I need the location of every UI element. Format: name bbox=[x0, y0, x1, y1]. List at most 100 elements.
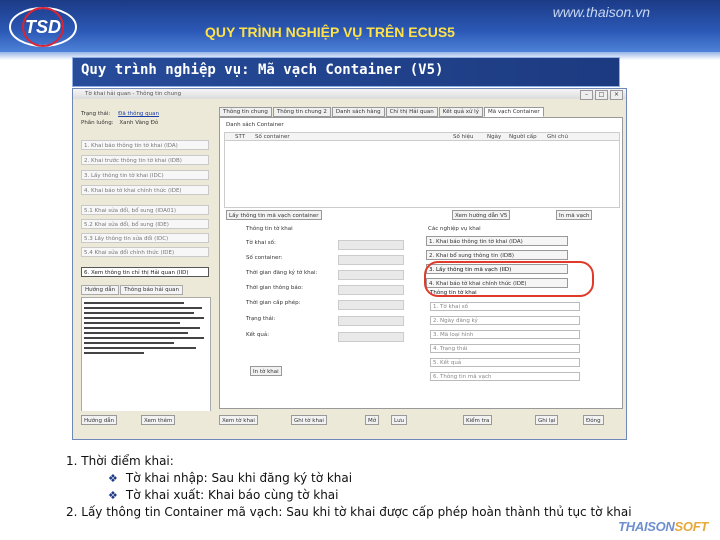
tab-general[interactable]: Thông tin chung bbox=[219, 107, 272, 117]
more-button[interactable]: Xem thêm bbox=[141, 415, 176, 425]
scan-barcode-button[interactable]: Lấy thông tin mã vạch container bbox=[226, 210, 322, 220]
highlight-ring bbox=[424, 261, 594, 297]
diamond-bullet-icon: ❖ bbox=[108, 489, 118, 502]
note-container: 2. Lấy thông tin Container mã vạch: Sau … bbox=[66, 505, 632, 519]
resave-button[interactable]: Ghi lại bbox=[535, 415, 559, 425]
lane-label: Phân luồng: bbox=[81, 120, 114, 126]
step-iid[interactable]: 6. Xem thông tin chỉ thị Hải quan (IID) bbox=[81, 267, 209, 277]
help-text-line bbox=[84, 347, 196, 349]
close-icon[interactable]: × bbox=[610, 90, 623, 100]
help-text-line bbox=[84, 312, 194, 314]
note-heading: 1. Thời điểm khai: bbox=[66, 454, 174, 468]
field-value bbox=[338, 332, 404, 342]
help-text-line bbox=[84, 352, 144, 354]
left-subtabs: Hướng dẫn Thông báo hải quan bbox=[81, 285, 183, 295]
field-label: Thời gian cấp phép: bbox=[246, 300, 301, 306]
field-value bbox=[338, 285, 404, 295]
help-text-line bbox=[84, 302, 184, 304]
tab-general-2[interactable]: Thông tin chung 2 bbox=[272, 107, 331, 117]
field-label: Thời gian thông báo: bbox=[246, 285, 303, 291]
field-label: Kết quả: bbox=[246, 332, 270, 338]
step-amend-2[interactable]: 5.2 Khai sửa đổi, bổ sung (IDE) bbox=[81, 219, 209, 229]
field-value bbox=[338, 316, 404, 326]
field-label: Thời gian đăng ký tờ khai: bbox=[246, 270, 318, 276]
help-text-line bbox=[84, 342, 174, 344]
status-label: Trạng thái: bbox=[81, 111, 111, 117]
help-text-box bbox=[81, 297, 211, 423]
bottom-toolbar: Xem tờ khai Ghi tờ khai Mở Lưu Kiểm tra … bbox=[73, 411, 626, 439]
view-guide-button[interactable]: Xem hướng dẫn V5 bbox=[452, 210, 511, 220]
help-text-line bbox=[84, 332, 188, 334]
tsd-logo: TSD bbox=[9, 7, 77, 47]
status-line: Trạng thái: Đã thông quan bbox=[81, 111, 159, 117]
lane-options[interactable]: Xanh Vàng Đỏ bbox=[119, 120, 158, 126]
action-idb[interactable]: 2. Khai bổ sung thông tin (IDB) bbox=[426, 250, 568, 260]
field-value bbox=[338, 240, 404, 250]
help-text-line bbox=[84, 322, 180, 324]
maximize-icon[interactable]: □ bbox=[595, 90, 608, 100]
save-button[interactable]: Lưu bbox=[391, 415, 408, 425]
main-pane: Thông tin chung Thông tin chung 2 Danh s… bbox=[219, 107, 623, 409]
field-value bbox=[338, 300, 404, 310]
step-amend-1[interactable]: 5.1 Khai sửa đổi, bổ sung (IDA01) bbox=[81, 205, 209, 215]
help-text-line bbox=[84, 307, 202, 309]
slide-title: QUY TRÌNH NGHIỆP VỤ TRÊN ECUS5 bbox=[205, 24, 455, 40]
status-link[interactable]: Đã thông quan bbox=[118, 111, 159, 117]
window-titlebar: Tờ khai hải quan - Thông tin chung – □ × bbox=[73, 89, 626, 100]
minimize-icon[interactable]: – bbox=[580, 90, 593, 100]
step-ide[interactable]: 4. Khai báo tờ khai chính thức (IDE) bbox=[81, 185, 209, 195]
actions-title: Các nghiệp vụ khai bbox=[428, 226, 481, 232]
info-item[interactable]: 3. Mã loại hình bbox=[430, 330, 580, 339]
field-label: Tờ khai số: bbox=[246, 240, 276, 246]
note-bullet: ❖ Tờ khai xuất: Khai báo cùng tờ khai bbox=[66, 488, 686, 505]
print-declaration-button[interactable]: In tờ khai bbox=[250, 366, 282, 376]
brand-part2: SOFT bbox=[674, 519, 709, 534]
check-button[interactable]: Kiểm tra bbox=[463, 415, 493, 425]
help-text-line bbox=[84, 337, 204, 339]
tab-customs-notice[interactable]: Thông báo hải quan bbox=[120, 285, 183, 295]
grid-body[interactable] bbox=[224, 140, 620, 208]
info-item[interactable]: 4. Trạng thái bbox=[430, 344, 580, 353]
info-item[interactable]: 6. Thông tin mã vạch bbox=[430, 372, 580, 381]
note-export: Tờ khai xuất: Khai báo cùng tờ khai bbox=[125, 488, 339, 502]
help-text-line bbox=[84, 327, 200, 329]
notes: 1. Thời điểm khai: ❖ Tờ khai nhập: Sau kh… bbox=[66, 454, 686, 522]
step-amend-3[interactable]: 5.3 Lấy thông tin sửa đổi (IDC) bbox=[81, 233, 209, 243]
tab-customs-instruction[interactable]: Chỉ thị Hải quan bbox=[385, 107, 438, 117]
step-idc[interactable]: 3. Lấy thông tin tờ khai (IDC) bbox=[81, 170, 209, 180]
field-value bbox=[338, 255, 404, 265]
info-item[interactable]: 2. Ngày đăng ký bbox=[430, 316, 580, 325]
grid-title: Danh sách Container bbox=[226, 122, 284, 128]
subtitle-bar: Quy trình nghiệp vụ: Mã vạch Container (… bbox=[72, 57, 620, 87]
view-declaration-button[interactable]: Xem tờ khai bbox=[219, 415, 258, 425]
window-controls: – □ × bbox=[580, 90, 623, 100]
logo-text: TSD bbox=[25, 17, 61, 37]
open-button[interactable]: Mở bbox=[365, 415, 380, 425]
step-idb[interactable]: 2. Khai trước thông tin tờ khai (IDB) bbox=[81, 155, 209, 165]
help-text-line bbox=[84, 317, 204, 319]
note-import: Tờ khai nhập: Sau khi đăng ký tờ khai bbox=[125, 471, 353, 485]
tab-goods[interactable]: Danh sách hàng bbox=[331, 107, 385, 117]
step-amend-4[interactable]: 5.4 Khai sửa đổi chính thức (IDE) bbox=[81, 247, 209, 257]
window-title: Tờ khai hải quan - Thông tin chung bbox=[85, 91, 182, 97]
lane-line: Phân luồng: Xanh Vàng Đỏ bbox=[81, 120, 158, 126]
main-tabs: Thông tin chung Thông tin chung 2 Danh s… bbox=[219, 107, 544, 117]
tab-result[interactable]: Kết quả xử lý bbox=[438, 107, 483, 117]
tab-container-barcode[interactable]: Mã vạch Container bbox=[483, 107, 544, 117]
action-ida[interactable]: 1. Khai báo thông tin tờ khai (IDA) bbox=[426, 236, 568, 246]
field-value bbox=[338, 270, 404, 280]
site-url: www.thaison.vn bbox=[552, 4, 650, 20]
left-pane: Trạng thái: Đã thông quan Phân luồng: Xa… bbox=[79, 111, 211, 423]
info-item[interactable]: 5. Kết quả bbox=[430, 358, 580, 367]
save-declaration-button[interactable]: Ghi tờ khai bbox=[291, 415, 327, 425]
tab-guide[interactable]: Hướng dẫn bbox=[81, 285, 120, 295]
print-barcode-button[interactable]: In mã vạch bbox=[556, 210, 593, 220]
note-bullet: ❖ Tờ khai nhập: Sau khi đăng ký tờ khai bbox=[66, 471, 686, 488]
info-item[interactable]: 1. Tờ khai số bbox=[430, 302, 580, 311]
close-button[interactable]: Đóng bbox=[583, 415, 604, 425]
brand-logo: THAISONSOFT bbox=[618, 519, 708, 534]
step-ida[interactable]: 1. Khai báo thông tin tờ khai (IDA) bbox=[81, 140, 209, 150]
brand-part1: THAISON bbox=[618, 519, 675, 534]
fields-title: Thông tin tờ khai bbox=[246, 226, 293, 232]
guide-button[interactable]: Hướng dẫn bbox=[81, 415, 118, 425]
